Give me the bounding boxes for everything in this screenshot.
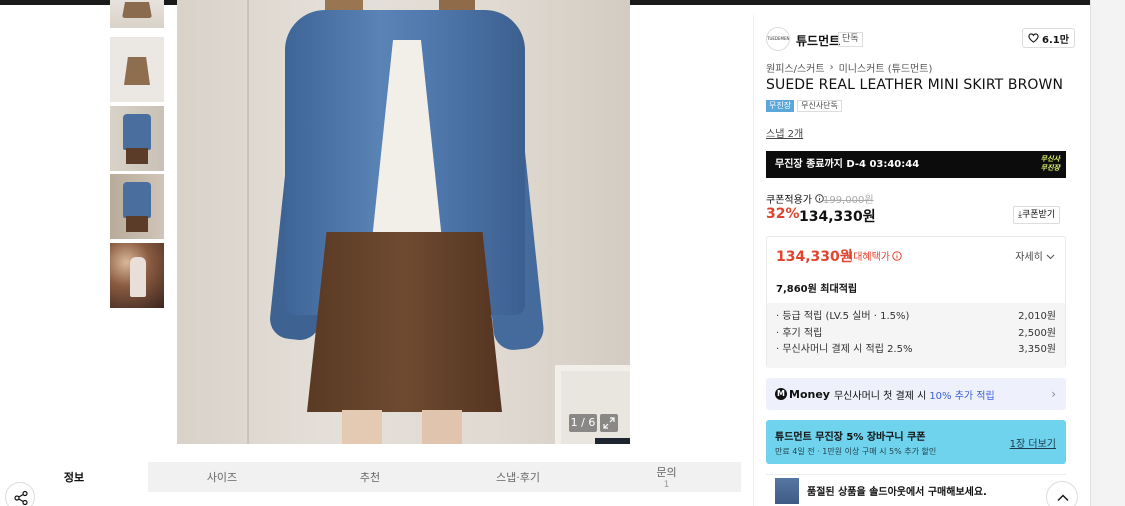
soldout-thumbnail <box>775 477 799 504</box>
max-benefit-box: 134,330원 최대혜택가 자세히 7,860원 최대적립 · 등급 적립 (… <box>766 236 1066 368</box>
breadcrumb-separator: › <box>829 62 834 73</box>
event-timer-banner: 무진장 종료까지 D-4 03:40:44 무신사 무진장 <box>766 151 1066 178</box>
thumbnail-0[interactable] <box>110 0 164 28</box>
snap-link[interactable]: 스냅 2개 <box>766 125 803 140</box>
max-benefit-price: 134,330원 <box>776 249 853 265</box>
points-row-grade: · 등급 적립 (LV.5 실버 · 1.5%) 2,010원 <box>776 311 1056 322</box>
thumbnail-1[interactable] <box>110 37 164 102</box>
scrollbar-gutter[interactable] <box>1090 0 1125 506</box>
max-benefit-label: 최대혜택가 <box>844 248 902 263</box>
image-caption-bar <box>595 438 630 444</box>
expand-icon[interactable] <box>600 414 618 432</box>
coupon-price-label: 쿠폰적용가 <box>766 191 824 206</box>
chevron-right-icon: › <box>1051 387 1056 401</box>
heart-icon <box>1028 33 1039 43</box>
tab-inquiry[interactable]: 문의 1 <box>592 462 741 492</box>
money-highlight: 10% 추가 적립 <box>929 390 995 402</box>
breadcrumb-category[interactable]: 원피스/스커트 <box>766 60 825 75</box>
badge-exclusive: 무신사단독 <box>797 100 842 112</box>
share-button[interactable] <box>5 482 35 506</box>
section-tabs: 정보 사이즈 추천 스냅·후기 문의 1 <box>0 462 741 492</box>
timer-text: 무진장 종료까지 D-4 03:40:44 <box>775 159 920 170</box>
event-logo: 무신사 무진장 <box>1040 155 1060 172</box>
thumbnail-2[interactable] <box>110 106 164 171</box>
brand-exclusive-tag: 단독 <box>838 32 863 47</box>
final-price: 134,330원 <box>799 209 876 225</box>
brand-logo[interactable]: TUEDEMENT <box>766 27 790 51</box>
product-main-image[interactable] <box>177 0 630 444</box>
more-coupons-link[interactable]: 1장 더보기 <box>1010 435 1056 450</box>
tab-snap-review[interactable]: 스냅·후기 <box>444 462 592 492</box>
product-title: SUEDE REAL LEATHER MINI SKIRT BROWN <box>766 77 1064 93</box>
product-badges: 무진장 무신사단독 <box>766 100 842 112</box>
get-coupon-button[interactable]: ⤓쿠폰받기 <box>1013 206 1061 224</box>
image-counter: 1 / 6 <box>569 414 597 432</box>
money-logo: M Money <box>775 388 830 401</box>
tab-recommend[interactable]: 추천 <box>296 462 444 492</box>
inquiry-count: 1 <box>663 480 670 490</box>
soldout-promo[interactable]: 품절된 상품을 솔드아웃에서 구매해보세요. <box>766 474 1066 506</box>
points-row-money: · 무신사머니 결제 시 적립 2.5% 3,350원 <box>776 344 1056 355</box>
benefit-detail-toggle[interactable]: 자세히 <box>1015 248 1055 263</box>
breadcrumb-subcategory[interactable]: 미니스커트 (튜드먼트) <box>839 60 933 75</box>
brand-coupon-banner: 튜드먼트 무진장 5% 장바구니 쿠폰 만료 4일 전 · 1만원 이상 구매 … <box>766 420 1066 464</box>
like-button[interactable]: 6.1만 <box>1022 28 1075 48</box>
max-points: 7,860원 최대적립 <box>776 284 858 295</box>
original-price: 199,000원 <box>823 195 874 206</box>
musinsa-money-banner[interactable]: M Money 무신사머니 첫 결제 시 10% 추가 적립 › <box>766 378 1066 410</box>
like-count: 6.1만 <box>1042 34 1069 46</box>
share-icon <box>14 490 28 506</box>
breadcrumb: 원피스/스커트 › 미니스커트 (튜드먼트) <box>766 60 932 75</box>
product-info-panel: TUEDEMENT 튜드먼트 단독 6.1만 원피스/스커트 › 미니스커트 (… <box>753 15 1090 506</box>
scroll-top-button[interactable] <box>1046 481 1078 506</box>
chevron-down-icon <box>1046 254 1055 260</box>
discount-rate: 32% <box>766 206 800 222</box>
tab-size[interactable]: 사이즈 <box>148 462 296 492</box>
brand-name[interactable]: 튜드먼트 <box>796 32 840 49</box>
chevron-up-icon <box>1057 494 1069 501</box>
soldout-text: 품절된 상품을 솔드아웃에서 구매해보세요. <box>807 487 987 498</box>
thumbnail-3[interactable] <box>110 174 164 239</box>
info-icon[interactable] <box>892 250 902 261</box>
money-text: 무신사머니 첫 결제 시 <box>833 390 927 402</box>
points-row-review: · 후기 적립 2,500원 <box>776 327 1056 339</box>
points-breakdown: · 등급 적립 (LV.5 실버 · 1.5%) 2,010원 · 후기 적립 2,… <box>767 303 1065 368</box>
badge-mujinjang: 무진장 <box>766 100 795 112</box>
thumbnail-4[interactable] <box>110 243 164 308</box>
